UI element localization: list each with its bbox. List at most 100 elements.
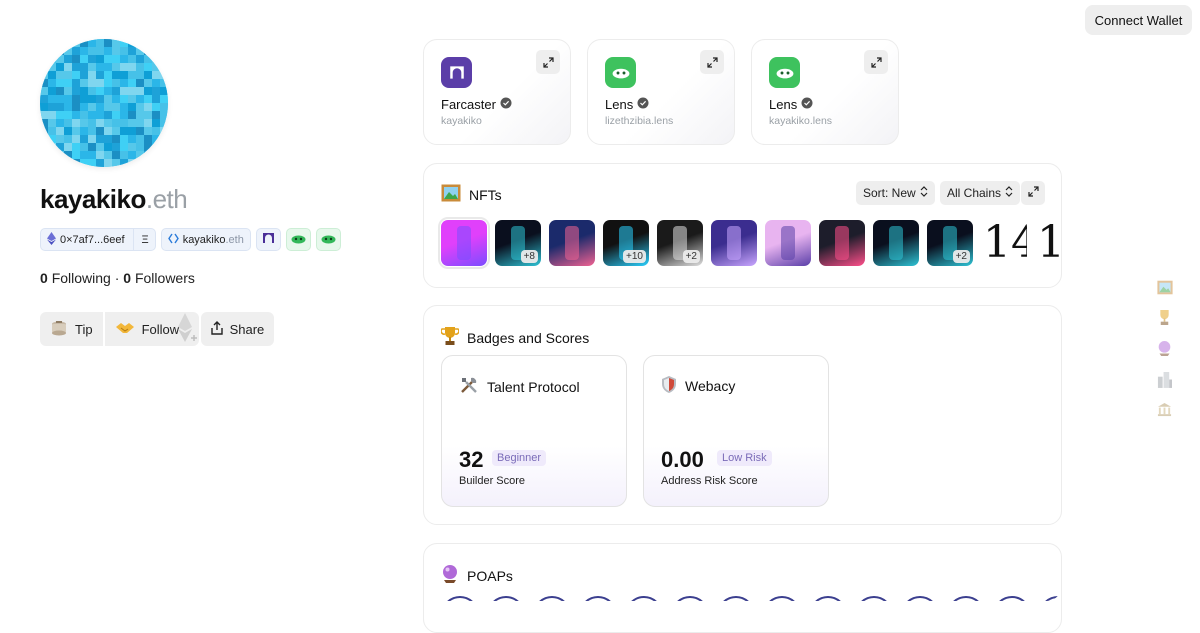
ens-suffix: .eth [225,233,244,246]
lens-chip-1[interactable] [285,228,311,251]
expand-icon[interactable] [536,50,560,74]
poap-badge[interactable] [717,596,755,601]
nfts-section: NFTs Sort: New All Chains +8 +10 +2 +2 14 1 [423,163,1062,288]
badges-section: Badges and Scores Talent Protocol 32 Beg… [423,305,1062,525]
lens-chip-2[interactable] [315,228,341,251]
tip-label: Tip [75,321,93,337]
tip-jar-icon [50,320,68,339]
poap-badge[interactable] [855,596,893,601]
following-label[interactable]: Following · [52,270,120,286]
chip-divider [132,228,134,251]
eth-plus-icon [175,312,197,349]
nft-art [781,226,795,260]
tip-button[interactable]: Tip [40,312,103,346]
social-handle: kayakiko [441,115,482,127]
poap-badge[interactable] [901,596,939,601]
poap-badge[interactable] [579,596,617,601]
nft-thumbnail[interactable] [819,220,865,266]
nav-poaps-icon[interactable] [1157,340,1173,361]
nfts-title: NFTs [441,184,502,205]
score-label: Address Risk Score [661,475,758,487]
pixelated-avatar-image [40,39,168,167]
nfts-expand-button[interactable] [1021,181,1045,205]
poaps-section: POAPs [423,543,1062,633]
poap-badge[interactable] [763,596,801,601]
score-value: 32 [459,447,484,472]
nft-thumbnail[interactable] [873,220,919,266]
poap-badge[interactable] [625,596,663,601]
nft-thumbnail[interactable]: +10 [603,220,649,266]
nft-glyph: 14 [983,220,1027,266]
poap-badge[interactable] [441,596,479,601]
poap-badge[interactable] [487,596,525,601]
nft-art [835,226,849,260]
farcaster-chip[interactable] [255,228,281,251]
nft-thumbnail[interactable] [549,220,595,266]
lens-logo [605,57,636,88]
social-handle: kayakiko.lens [769,115,833,127]
poap-badge[interactable] [947,596,985,601]
social-name: Lens [769,97,813,112]
sort-dropdown[interactable]: Sort: New [856,181,935,205]
social-card-lens-1[interactable]: Lens lizethzibia.lens [587,39,735,145]
nft-art [457,226,471,260]
badges-title: Badges and Scores [440,326,589,349]
followers-label[interactable]: Followers [135,270,195,286]
nft-count-badge: +2 [682,250,700,263]
handshake-icon [115,321,135,338]
poap-badge[interactable] [809,596,847,601]
nft-thumbnail[interactable]: +2 [657,220,703,266]
social-name: Farcaster [441,97,512,112]
ethereum-icon [47,231,56,248]
verified-badge-icon [801,97,813,112]
score-card-talent-protocol[interactable]: Talent Protocol 32 Beginner Builder Scor… [441,355,627,507]
profile-name: kayakiko.eth [40,184,188,214]
connect-wallet-button[interactable]: Connect Wallet [1085,5,1192,35]
nft-thumbnail[interactable]: +8 [495,220,541,266]
followers-count[interactable]: 0 [123,270,131,286]
nft-count-badge: +10 [623,250,646,263]
nav-nfts-icon[interactable] [1157,280,1173,299]
score-value: 0.00 [661,447,704,472]
social-card-farcaster[interactable]: Farcaster kayakiko [423,39,571,145]
following-count[interactable]: 0 [40,270,48,286]
score-label: Builder Score [459,475,526,487]
poap-badge[interactable] [533,596,571,601]
share-button[interactable]: Share [200,312,275,346]
follow-button[interactable]: Follow [104,312,199,349]
chain-dropdown[interactable]: All Chains [940,181,1021,205]
nft-art [565,226,579,260]
nft-thumbnail[interactable] [765,220,811,266]
nav-bank-icon[interactable] [1157,402,1173,421]
nav-city-icon[interactable] [1157,371,1173,392]
nft-thumbnail[interactable]: 1 [1035,220,1061,266]
expand-icon[interactable] [864,50,888,74]
expand-icon[interactable] [700,50,724,74]
social-card-lens-2[interactable]: Lens kayakiko.lens [751,39,899,145]
score-level-badge: Low Risk [717,450,772,466]
nft-count-badge: +2 [952,250,970,263]
poap-badge[interactable] [1039,596,1061,601]
score-card-webacy[interactable]: Webacy 0.00 Low Risk Address Risk Score [643,355,829,507]
nft-thumbnail[interactable] [438,217,490,269]
updown-arrow-icon [920,186,928,200]
nft-art [727,226,741,260]
eth-symbol: Ξ [141,233,149,246]
poap-badge[interactable] [993,596,1031,601]
shield-icon [661,375,677,397]
tools-icon [459,375,479,398]
share-icon [210,320,223,338]
nft-thumbnail[interactable] [711,220,757,266]
poap-row [441,596,1061,601]
nav-badges-icon[interactable] [1157,309,1173,330]
trophy-icon [440,326,460,349]
lens-logo [769,57,800,88]
address-chip[interactable]: 0×7af7...6eef Ξ [40,228,156,251]
poap-badge[interactable] [671,596,709,601]
verified-badge-icon [637,97,649,112]
nft-glyph: 1 [1037,220,1061,266]
ens-chip[interactable]: kayakiko .eth [160,228,251,251]
framed-picture-icon [441,184,461,205]
nft-thumbnail[interactable]: +2 [927,220,973,266]
nft-thumbnail[interactable]: 14 [981,220,1027,266]
